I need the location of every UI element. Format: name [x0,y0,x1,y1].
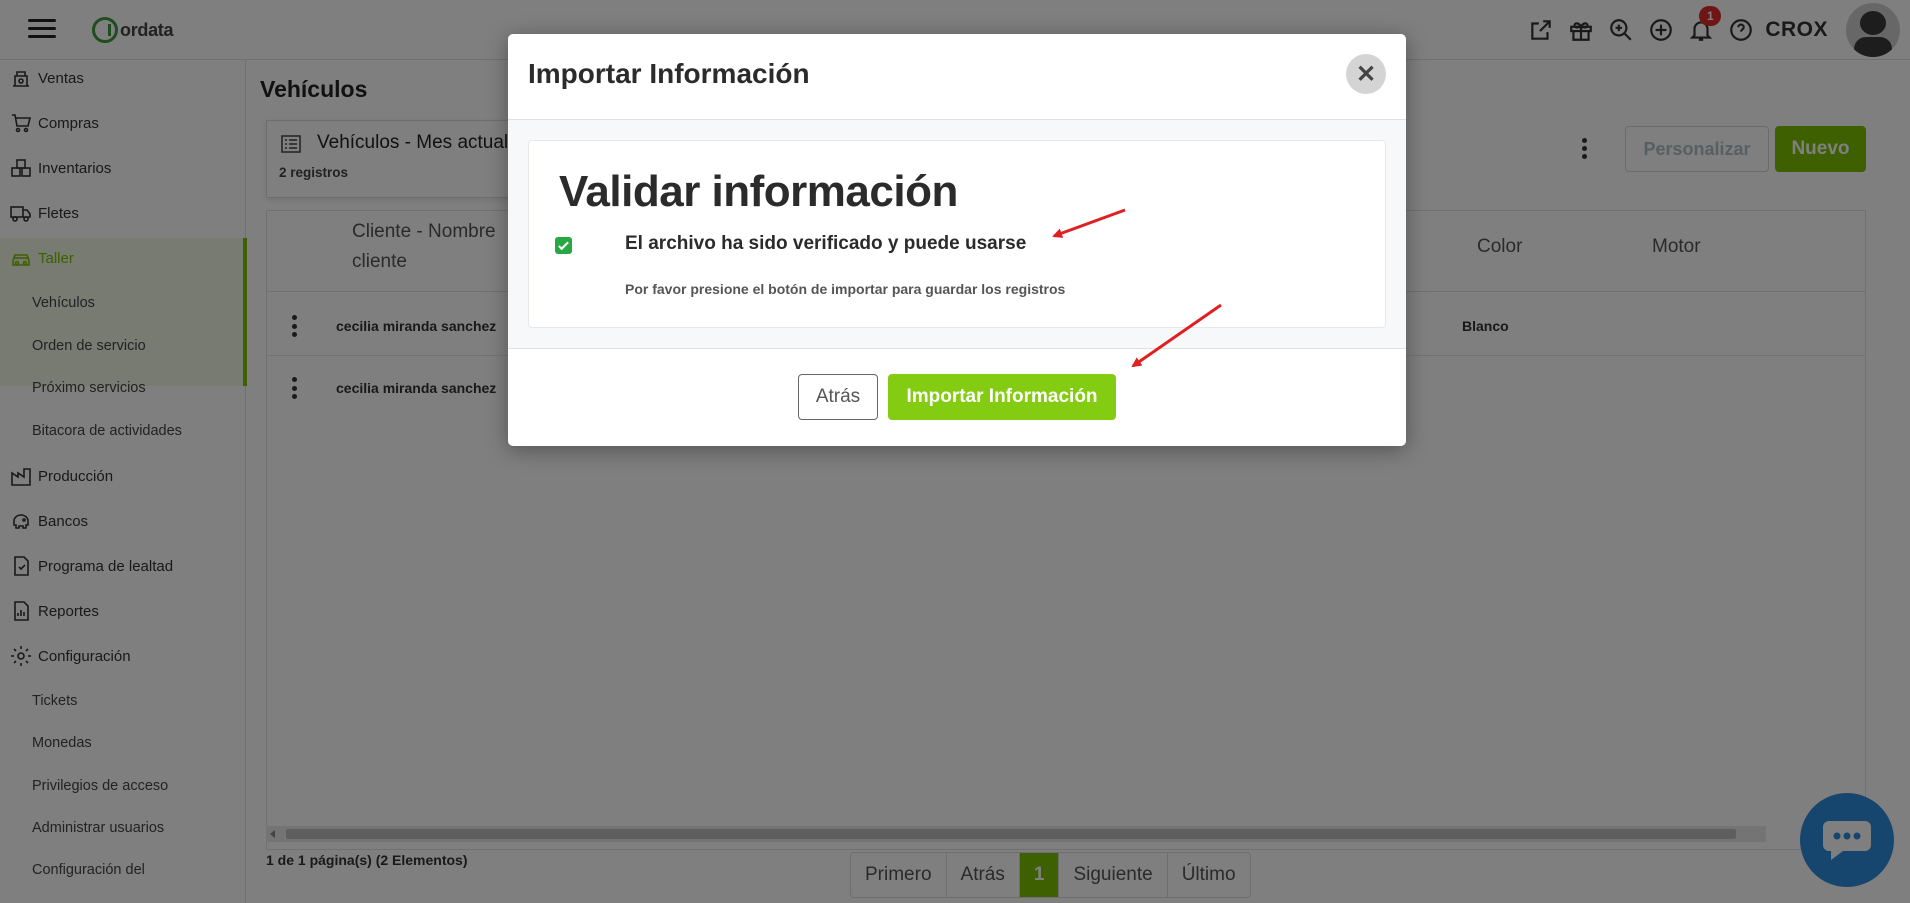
modal-title: Importar Información [528,58,810,89]
close-button[interactable]: ✕ [1346,54,1386,94]
back-button[interactable]: Atrás [798,374,878,420]
modal-header: Importar Información ✕ [508,34,1406,120]
verified-checkbox[interactable] [555,237,572,254]
import-button[interactable]: Importar Información [888,374,1116,420]
validation-card: Validar información El archivo ha sido v… [528,140,1386,328]
import-modal: Importar Información ✕ Validar informaci… [508,34,1406,446]
close-icon: ✕ [1355,60,1377,88]
import-hint: Por favor presione el botón de importar … [625,281,1066,297]
validation-title: Validar información [559,167,958,216]
verified-message: El archivo ha sido verificado y puede us… [625,233,1027,254]
modal-footer-divider [508,348,1406,349]
checkmark-icon [558,241,569,251]
